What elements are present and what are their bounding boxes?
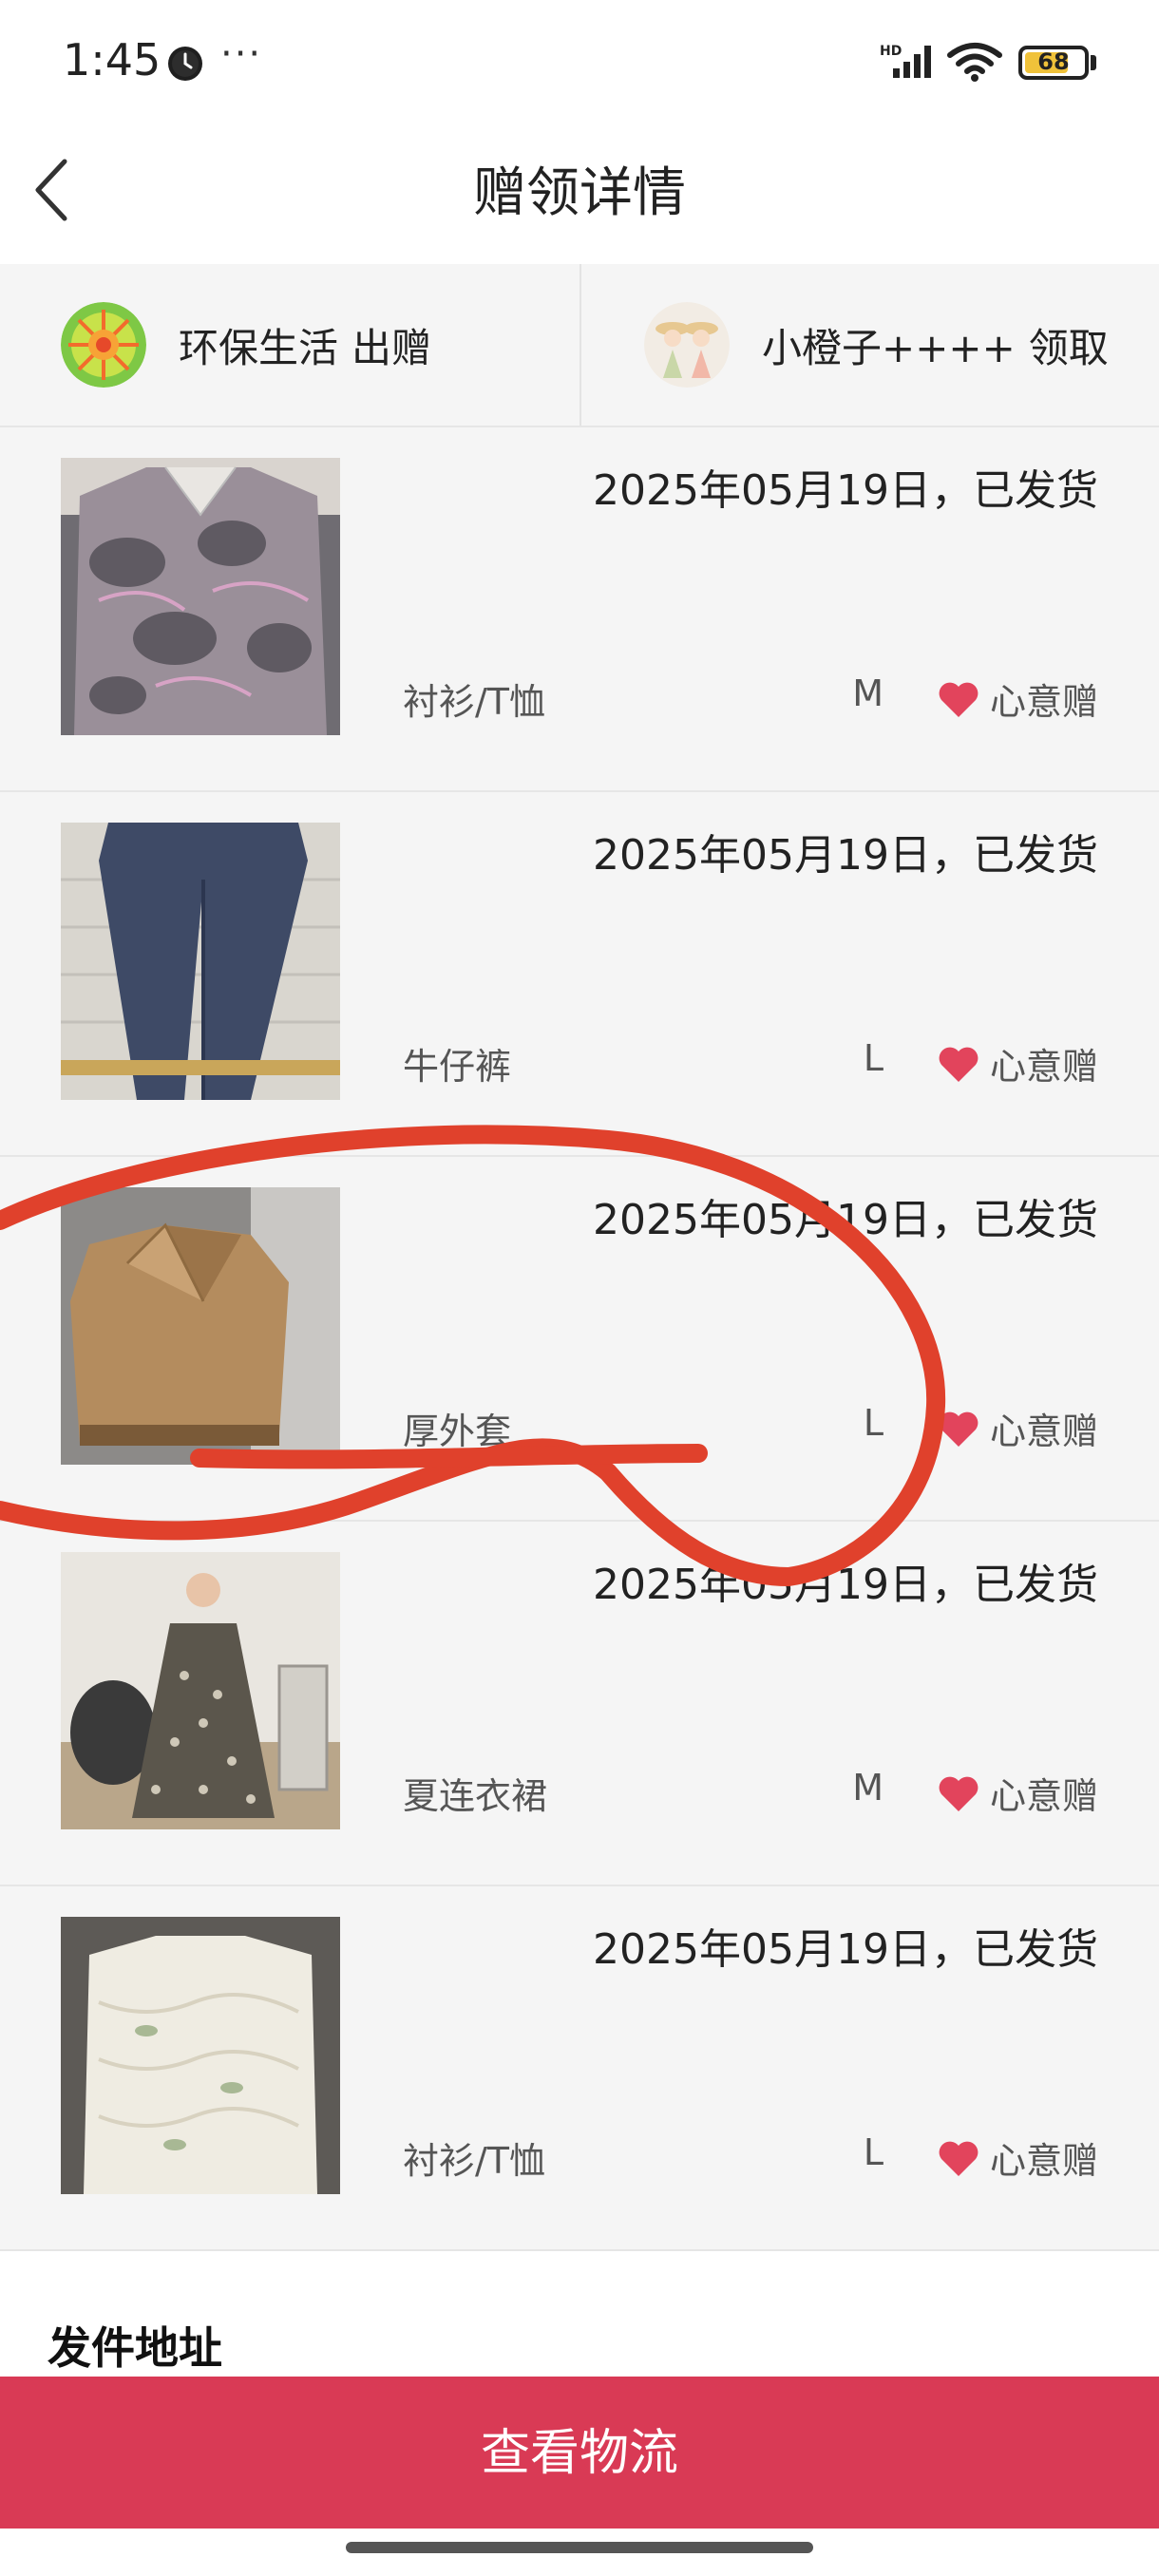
item-photo[interactable] — [61, 823, 340, 1100]
donor-action: 出赠 — [352, 324, 432, 371]
gift-type-label: 心意赠 — [989, 681, 1098, 723]
item-photo[interactable] — [61, 1187, 340, 1465]
item-card[interactable]: 2025年05月19日，已发货 衬衫/T恤 L 心意赠 — [0, 1886, 1159, 2251]
item-date: 2025年05月19日，已发货 — [593, 831, 1098, 880]
donor-name: 环保生活 — [179, 324, 339, 371]
item-photo[interactable] — [61, 458, 340, 735]
item-date: 2025年05月19日，已发货 — [593, 1561, 1098, 1609]
party-divider — [580, 264, 581, 426]
nav-header: 赠领详情 — [0, 123, 1159, 264]
item-category: 衬衫/T恤 — [403, 2140, 546, 2182]
gift-type-badge: 心意赠 — [937, 672, 1098, 725]
item-category: 牛仔裤 — [403, 1046, 512, 1088]
item-size: M — [852, 672, 884, 714]
receiver-action: 领取 — [1028, 324, 1109, 371]
gift-type-badge: 心意赠 — [937, 2131, 1098, 2184]
item-card[interactable]: 2025年05月19日，已发货 夏连衣裙 M 心意赠 — [0, 1522, 1159, 1886]
heart-icon — [939, 2141, 978, 2176]
status-time: 1:45 — [63, 34, 162, 85]
network-label: HD — [880, 44, 902, 59]
item-size: L — [863, 1037, 884, 1079]
gift-type-label: 心意赠 — [989, 1411, 1098, 1452]
home-indicator[interactable] — [346, 2542, 813, 2553]
address-section: 发件地址 — [0, 2280, 1159, 2375]
item-size: M — [852, 1767, 884, 1809]
item-card[interactable]: 2025年05月19日，已发货 厚外套 L 心意赠 — [0, 1157, 1159, 1522]
receiver-avatar — [644, 302, 730, 388]
item-card[interactable]: 2025年05月19日，已发货 牛仔裤 L 心意赠 — [0, 792, 1159, 1157]
party-bar: 环保生活 出赠 小橙子++++ 领取 — [0, 264, 1159, 427]
gift-type-badge: 心意赠 — [937, 1402, 1098, 1454]
receiver-name: 小橙子++++ — [762, 324, 1016, 371]
donor-info[interactable]: 环保生活 出赠 — [61, 264, 431, 426]
clock-icon — [168, 47, 202, 81]
address-title: 发件地址 — [48, 2322, 222, 2374]
page-title: 赠领详情 — [473, 162, 686, 224]
signal-icon: HD — [880, 44, 931, 78]
item-size: L — [863, 2131, 884, 2173]
item-photo[interactable] — [61, 1552, 340, 1829]
heart-icon — [939, 1776, 978, 1811]
item-category: 厚外套 — [403, 1411, 512, 1452]
heart-icon — [939, 1047, 978, 1082]
item-date: 2025年05月19日，已发货 — [593, 1925, 1098, 1974]
battery-tip — [1091, 55, 1096, 70]
donor-avatar — [61, 302, 146, 388]
item-card[interactable]: 2025年05月19日，已发货 衬衫/T恤 M 心意赠 — [0, 427, 1159, 792]
gift-type-badge: 心意赠 — [937, 1767, 1098, 1819]
view-logistics-button[interactable]: 查看物流 — [0, 2377, 1159, 2529]
item-date: 2025年05月19日，已发货 — [593, 466, 1098, 515]
gift-type-label: 心意赠 — [989, 2140, 1098, 2182]
battery-level: 68 — [1037, 48, 1070, 75]
item-date: 2025年05月19日，已发货 — [593, 1196, 1098, 1244]
heart-icon — [939, 1411, 978, 1447]
item-category: 夏连衣裙 — [403, 1775, 548, 1817]
gift-type-label: 心意赠 — [989, 1046, 1098, 1088]
item-category: 衬衫/T恤 — [403, 681, 546, 723]
gift-type-badge: 心意赠 — [937, 1037, 1098, 1089]
wifi-icon — [947, 43, 1002, 82]
status-more-indicator: ··· — [220, 32, 263, 76]
status-bar: 1:45 ··· HD 68 — [0, 0, 1159, 123]
item-photo[interactable] — [61, 1917, 340, 2194]
item-size: L — [863, 1402, 884, 1444]
item-list: 2025年05月19日，已发货 衬衫/T恤 M 心意赠 2025年05月19日，… — [0, 427, 1159, 2251]
battery-icon: 68 — [1018, 46, 1089, 80]
gift-type-label: 心意赠 — [989, 1775, 1098, 1817]
heart-icon — [939, 682, 978, 717]
receiver-info[interactable]: 小橙子++++ 领取 — [644, 264, 1109, 426]
